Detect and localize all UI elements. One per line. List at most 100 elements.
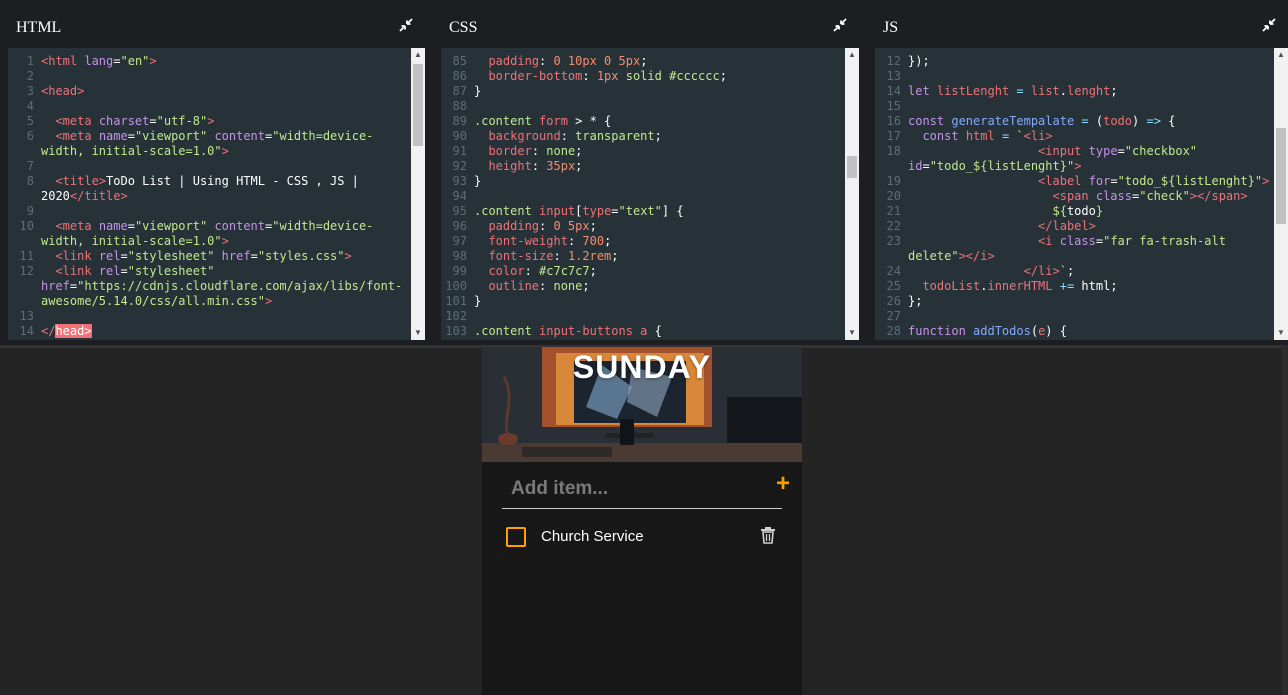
code-line: 89 .content form > * {: [441, 114, 845, 129]
code-line: 103 .content input-buttons a {: [441, 324, 845, 339]
code-text: const generateTempalate = (todo) => {: [908, 114, 1176, 128]
code-line: 18 <input type="checkbox" id="todo_${lis…: [875, 144, 1274, 174]
code-line: 87}: [441, 84, 845, 99]
scroll-up-icon[interactable]: ▲: [845, 48, 859, 62]
line-number: 17: [886, 129, 901, 143]
line-number: 6: [26, 129, 34, 143]
code-text: background: transparent;: [488, 129, 662, 143]
code-text: };: [908, 294, 923, 308]
code-editor[interactable]: 12}); 13 14 let listLenght = list.lenght; 1…: [875, 48, 1274, 340]
line-number: 103: [445, 324, 467, 338]
code-line: 17 const html = `<li>: [875, 129, 1274, 144]
line-number: 85: [452, 54, 467, 68]
line-number: 94: [452, 189, 467, 203]
line-number: 96: [452, 219, 467, 233]
line-number: 91: [452, 144, 467, 158]
code-line: 102: [441, 309, 845, 324]
code-editor[interactable]: 1 <html lang="en"> 2 3 <head> 4 5 <meta char…: [8, 48, 411, 340]
scrollbar-thumb[interactable]: [413, 64, 423, 146]
line-number: 3: [26, 84, 34, 98]
line-number: 28: [886, 324, 901, 338]
code-line: 98 font-size: 1.2rem;: [441, 249, 845, 264]
code-text: </li>`;: [1023, 264, 1075, 278]
collapse-icon[interactable]: [399, 18, 413, 32]
line-number: 11: [19, 249, 34, 263]
scroll-down-icon[interactable]: ▼: [1274, 326, 1288, 340]
editor-area: HTML 1 <html lang="en"> 2 3 <head> 4 5 <meta…: [0, 0, 1288, 345]
line-number: 98: [452, 249, 467, 263]
scroll-down-icon[interactable]: ▼: [845, 326, 859, 340]
code-text: <title>ToDo List | Using HTML - CSS , JS…: [41, 174, 367, 203]
code-line: 1 <html lang="en">: [8, 54, 411, 69]
collapse-icon[interactable]: [1262, 18, 1276, 32]
code-text: font-size: 1.2rem;: [488, 249, 619, 263]
trash-icon[interactable]: [760, 526, 776, 544]
scroll-down-icon[interactable]: ▼: [411, 326, 425, 340]
line-number: 10: [19, 219, 34, 233]
line-number: 15: [886, 99, 901, 113]
code-line: 14 let listLenght = list.lenght;: [875, 84, 1274, 99]
line-number: 24: [886, 264, 901, 278]
code-line: 86 border-bottom: 1px solid #cccccc;: [441, 69, 845, 84]
code-text: outline: none;: [488, 279, 590, 293]
code-line: 100 outline: none;: [441, 279, 845, 294]
line-number: 12: [19, 264, 34, 278]
panel-header: HTML: [8, 6, 425, 48]
line-number: 14: [19, 324, 34, 338]
scroll-up-icon[interactable]: ▲: [1274, 48, 1288, 62]
panel-header: CSS: [441, 6, 859, 48]
line-number: 102: [445, 309, 467, 323]
code-text: border: none;: [488, 144, 583, 158]
plus-icon[interactable]: +: [776, 472, 790, 496]
code-line: 13: [875, 69, 1274, 84]
code-line: 93}: [441, 174, 845, 189]
line-number: 95: [452, 204, 467, 218]
line-number: 86: [452, 69, 467, 83]
line-number: 25: [886, 279, 901, 293]
code-line: 104 text-decoration: none;: [441, 339, 845, 340]
line-number: 14: [886, 84, 901, 98]
code-text: }: [474, 294, 482, 308]
code-line: 97 font-weight: 700;: [441, 234, 845, 249]
code-editor[interactable]: 85 padding: 0 10px 0 5px; 86 border-botto…: [441, 48, 845, 340]
line-number: 5: [26, 114, 34, 128]
code-line: 25 todoList.innerHTML += html;: [875, 279, 1274, 294]
code-text: ${todo}: [1052, 204, 1104, 218]
code-line: 88: [441, 99, 845, 114]
line-number: 2: [26, 69, 34, 83]
scrollbar-thumb[interactable]: [847, 156, 857, 178]
page-scrollbar[interactable]: [1282, 345, 1288, 695]
scrollbar[interactable]: ▲ ▼: [411, 48, 425, 340]
panel-title: JS: [883, 19, 899, 36]
scrollbar[interactable]: ▲ ▼: [1274, 48, 1288, 340]
todo-checkbox[interactable]: [506, 527, 526, 547]
todo-label[interactable]: Church Service: [541, 528, 644, 545]
code-text: <html lang="en">: [41, 54, 157, 68]
code-text: </label>: [1038, 219, 1096, 233]
code-text: border-bottom: 1px solid #cccccc;: [488, 69, 727, 83]
line-number: 93: [452, 174, 467, 188]
scrollbar-thumb[interactable]: [1276, 128, 1286, 224]
scroll-up-icon[interactable]: ▲: [411, 48, 425, 62]
code-text: }: [474, 174, 482, 188]
line-number: 22: [886, 219, 901, 233]
todo-app: SUNDAY + Church Service: [482, 347, 802, 695]
code-line: 92 height: 35px;: [441, 159, 845, 174]
code-text: <meta name="viewport" content="width=dev…: [41, 129, 374, 158]
line-number: 100: [445, 279, 467, 293]
code-line: 6 <meta name="viewport" content="width=d…: [8, 129, 411, 159]
scrollbar[interactable]: ▲ ▼: [845, 48, 859, 340]
code-line: 27: [875, 309, 1274, 324]
code-text: font-weight: 700;: [488, 234, 612, 248]
add-item-input[interactable]: [502, 472, 770, 506]
collapse-icon[interactable]: [833, 18, 847, 32]
line-number: 99: [452, 264, 467, 278]
code-line: 90 background: transparent;: [441, 129, 845, 144]
